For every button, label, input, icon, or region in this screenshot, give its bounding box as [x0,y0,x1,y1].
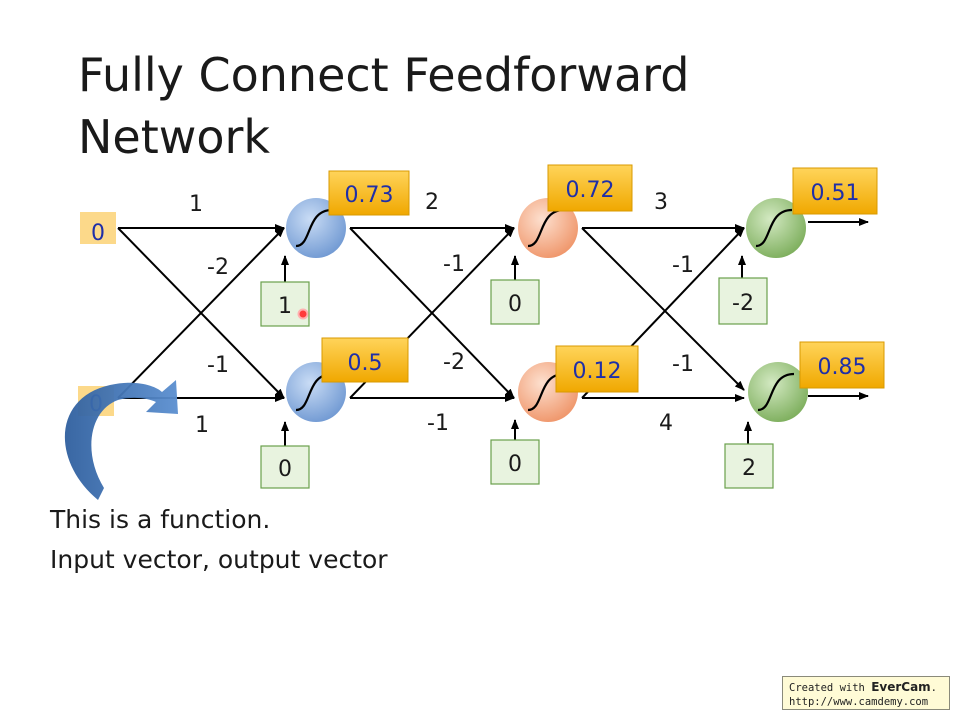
watermark-suffix: . [930,682,937,694]
caption-line-1: This is a function. [50,505,271,534]
bias-box-l2-bottom: 0 [490,439,540,485]
output-box-l1-top: 0.73 [328,170,410,216]
layer1-connections [117,224,285,402]
bias-box-l2-top: 0 [490,279,540,325]
output-value: 0.85 [818,355,867,380]
bias-value: 2 [742,456,756,481]
bias-box-l3-top: -2 [718,277,768,325]
caption: This is a function. Input vector, output… [50,500,388,580]
weight-l1-bottom-bottom: 1 [195,413,209,438]
network-diagram: 0 0 1 -2 -1 1 2 -1 -2 -1 3 -1 -1 4 1 0 0… [64,164,885,500]
weight-l1-bottom-top: -1 [207,353,229,378]
weight-l2-bottom-bottom: -1 [427,411,449,436]
bias-box-l1-top: 1 [260,281,310,327]
evercam-watermark: Created with EverCam. http://www.camdemy… [782,676,950,710]
output-value: 0.73 [345,183,394,208]
output-value: 0.12 [573,359,622,384]
bias-box-l1-bottom: 0 [260,445,310,489]
bias-value: -2 [732,291,754,316]
weight-l2-bottom-top: -2 [443,350,465,375]
weight-l3-top-top: 3 [654,190,668,215]
input-value-top: 0 [91,221,105,246]
weight-l2-top-top: 2 [425,190,439,215]
weight-l3-bottom-top: -1 [672,352,694,377]
neuron-l3-bottom [748,362,808,422]
output-box-l3-bottom: 0.85 [799,341,885,389]
weight-l3-top-bottom: -1 [672,253,694,278]
caption-line-2: Input vector, output vector [50,545,388,574]
output-box-l3-top: 0.51 [792,167,878,215]
bias-value: 0 [508,292,522,317]
weight-l1-top-top: 1 [189,192,203,217]
input-box-top: 0 [80,212,116,246]
output-value: 0.51 [811,181,860,206]
bias-value: 0 [278,457,292,482]
output-box-l2-bottom: 0.12 [555,345,639,393]
output-box-l1-bottom: 0.5 [321,337,409,383]
bias-value: 0 [508,452,522,477]
weight-l1-top-bottom: -2 [207,255,229,280]
output-value: 0.5 [348,351,383,376]
bias-box-l3-bottom: 2 [724,443,774,489]
weight-l3-bottom-bottom: 4 [659,411,673,436]
bias-value: 1 [278,294,292,319]
laser-pointer-dot [297,308,309,320]
watermark-line-1: Created with EverCam. [789,680,943,695]
watermark-prefix: Created with [789,682,872,694]
output-box-l2-top: 0.72 [547,164,633,212]
output-value: 0.72 [566,178,615,203]
watermark-brand: EverCam [871,680,931,694]
watermark-url: http://www.camdemy.com [789,696,929,708]
weight-l2-top-bottom: -1 [443,252,465,277]
